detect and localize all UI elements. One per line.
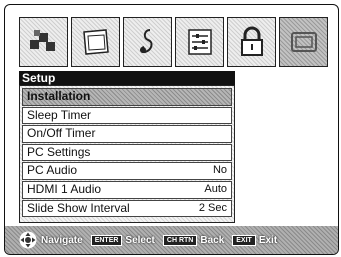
- menu-item-pc-settings[interactable]: PC Settings: [22, 143, 232, 162]
- tab-setup[interactable]: [279, 17, 328, 67]
- screen-icon: [82, 29, 109, 55]
- tab-audio[interactable]: [123, 17, 172, 67]
- button-guide-bar: Navigate ENTER Select CH RTN Back EXIT E…: [5, 226, 338, 254]
- back-label: Back: [200, 234, 225, 246]
- menu-item-pc-audio[interactable]: PC Audio No: [22, 162, 232, 180]
- navigate-label: Navigate: [41, 234, 83, 246]
- exit-key-icon: EXIT: [232, 234, 256, 246]
- audio-note-icon: [139, 29, 153, 54]
- menu-item-label: Installation: [27, 89, 91, 103]
- tab-lock[interactable]: [227, 17, 276, 67]
- setup-menu: Installation Sleep Timer On/Off Timer PC…: [19, 85, 235, 223]
- menu-item-hdmi1-audio[interactable]: HDMI 1 Audio Auto: [22, 180, 232, 199]
- enter-key-icon: ENTER: [90, 234, 123, 246]
- tab-screen[interactable]: [71, 17, 120, 67]
- setup-icon: [290, 32, 317, 52]
- lock-icon: [240, 26, 263, 56]
- menu-item-label: PC Settings: [27, 144, 91, 159]
- menu-item-value: 2 Sec: [198, 201, 227, 214]
- settings-sliders-icon: [187, 29, 212, 55]
- menu-item-label: PC Audio: [27, 163, 78, 178]
- menu-item-label: HDMI 1 Audio: [27, 181, 102, 196]
- menu-item-on-off-timer[interactable]: On/Off Timer: [22, 125, 232, 143]
- exit-label: Exit: [258, 234, 278, 246]
- menu-item-installation[interactable]: Installation: [22, 88, 232, 106]
- menu-item-slide-show-interval[interactable]: Slide Show Interval 2 Sec: [22, 199, 232, 218]
- picture-icon: [29, 30, 55, 51]
- menu-item-sleep-timer[interactable]: Sleep Timer: [22, 106, 232, 125]
- tab-picture[interactable]: [19, 17, 68, 67]
- menu-item-value: No: [212, 164, 227, 177]
- menu-icon-bar: [19, 17, 328, 67]
- tab-preferences[interactable]: [175, 17, 224, 67]
- menu-title: Setup: [19, 71, 235, 85]
- menu-item-label: Sleep Timer: [27, 107, 92, 122]
- menu-item-label: On/Off Timer: [27, 126, 96, 141]
- menu-item-label: Slide Show Interval: [27, 200, 130, 215]
- tv-menu-screen: Setup Installation Sleep Timer On/Off Ti…: [4, 4, 339, 255]
- select-label: Select: [125, 234, 155, 246]
- ch-rtn-key-icon: CH RTN: [162, 234, 198, 246]
- menu-item-value: Auto: [204, 182, 227, 195]
- navigation-pad-icon: [19, 231, 37, 249]
